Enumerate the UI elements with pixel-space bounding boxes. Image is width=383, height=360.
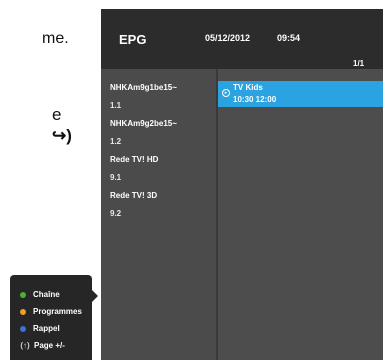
channel-name[interactable]: Rede TV! 3D bbox=[110, 191, 157, 200]
channel-number: 9.2 bbox=[110, 209, 122, 218]
program-item-selected[interactable]: ▸ TV Kids 10:30 12:00 bbox=[218, 81, 383, 107]
legend-item-programmes[interactable]: Programmes bbox=[20, 304, 92, 319]
channel-number: 1.2 bbox=[110, 137, 122, 146]
blue-key-icon bbox=[20, 325, 26, 332]
legend-label: Chaîne bbox=[33, 290, 60, 299]
yellow-key-icon bbox=[20, 308, 26, 315]
manual-text-fragment-1: me. bbox=[42, 30, 69, 47]
program-time: 10:30 12:00 bbox=[233, 95, 277, 104]
epg-title: EPG bbox=[119, 32, 147, 47]
legend-item-rappel[interactable]: Rappel bbox=[20, 321, 92, 336]
epg-page-indicator: 1/1 bbox=[353, 59, 365, 68]
channel-name[interactable]: Rede TV! HD bbox=[110, 155, 158, 164]
legend-label: Programmes bbox=[33, 307, 82, 316]
program-grid bbox=[218, 69, 383, 360]
legend-label: Rappel bbox=[33, 324, 60, 333]
manual-text-fragment-2: e bbox=[52, 105, 62, 124]
play-icon: ▸ bbox=[222, 89, 230, 97]
legend-item-page[interactable]: (↑) Page +/- bbox=[20, 338, 92, 353]
green-key-icon bbox=[20, 291, 26, 298]
channel-name[interactable]: NHKAm9g2be15~ bbox=[110, 119, 177, 128]
manual-text-fragment-3: ↪) bbox=[52, 126, 72, 145]
color-key-legend: Chaîne Programmes Rappel (↑) Page +/- bbox=[10, 275, 92, 360]
epg-header: EPG 05/12/2012 09:54 1/1 bbox=[101, 9, 383, 69]
page-key-icon: (↑) bbox=[20, 341, 30, 350]
channel-number: 9.1 bbox=[110, 173, 122, 182]
epg-screen: EPG 05/12/2012 09:54 1/1 NHKAm9g1be15~ 1… bbox=[101, 9, 383, 360]
program-title: TV Kids bbox=[233, 83, 263, 92]
epg-clock: 09:54 bbox=[277, 33, 301, 43]
legend-pointer bbox=[92, 290, 98, 302]
channel-number: 1.1 bbox=[110, 101, 122, 110]
epg-date: 05/12/2012 bbox=[205, 33, 251, 43]
legend-item-chaine[interactable]: Chaîne bbox=[20, 287, 92, 302]
channel-name[interactable]: NHKAm9g1be15~ bbox=[110, 83, 177, 92]
legend-label: Page +/- bbox=[34, 341, 65, 350]
